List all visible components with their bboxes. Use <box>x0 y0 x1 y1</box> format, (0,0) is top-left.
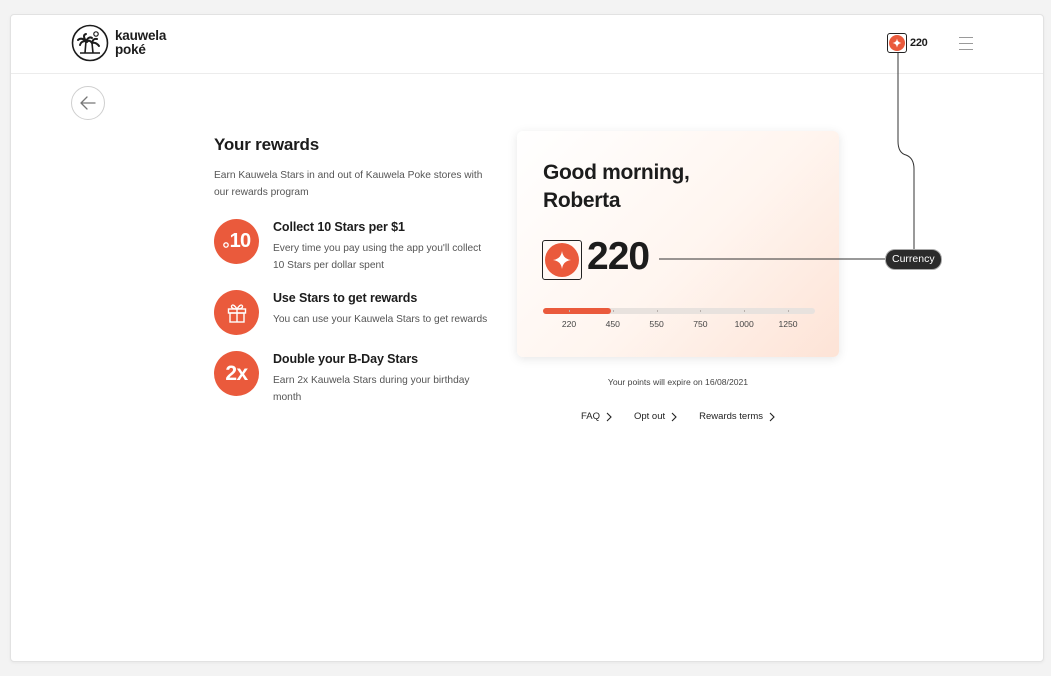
benefit-item-use-stars: Use Stars to get rewards You can use you… <box>214 290 494 335</box>
greeting-line1: Good morning, <box>543 161 690 184</box>
brand-name-line2: poké <box>115 42 146 57</box>
page-title: Your rewards <box>214 135 319 154</box>
benefit-item-collect: 10 Collect 10 Stars per $1 Every time yo… <box>214 219 494 274</box>
rewards-links: FAQ Opt out Rewards terms <box>517 411 839 422</box>
benefit-title: Double your B-Day Stars <box>273 352 418 366</box>
star-icon <box>545 243 579 277</box>
progress-tick-label: 1250 <box>778 319 798 329</box>
brand-logo[interactable]: kauwela poké <box>71 24 166 62</box>
header-points-balance[interactable]: 220 <box>887 33 928 53</box>
benefit-badge-10: 10 <box>214 219 259 264</box>
benefit-title: Use Stars to get rewards <box>273 291 418 305</box>
progress-tick <box>744 310 746 312</box>
points-progress-bar <box>543 308 815 314</box>
faq-link-label: FAQ <box>580 411 600 422</box>
progress-tick-label: 750 <box>693 319 708 329</box>
progress-tick <box>788 310 789 312</box>
star-icon <box>889 35 905 51</box>
top-header: kauwela poké 220 <box>11 15 1043 74</box>
progress-tick-labels: 220 450 550 750 1000 1250 <box>543 319 815 331</box>
points-value: 220 <box>587 235 650 278</box>
benefit-desc: Earn 2x Kauwela Stars during your birthd… <box>273 375 470 403</box>
progress-tick-label: 450 <box>605 319 620 329</box>
benefit-title: Collect 10 Stars per $1 <box>273 220 405 234</box>
rewards-intro: Earn Kauwela Stars in and out of Kauwela… <box>214 170 483 198</box>
progress-tick <box>700 310 702 312</box>
chevron-right-icon <box>606 412 612 421</box>
progress-tick-label: 1000 <box>734 319 754 329</box>
greeting-name: Roberta <box>543 189 621 212</box>
opt-out-link[interactable]: Opt out <box>634 411 677 422</box>
benefit-badge-gift <box>214 290 259 335</box>
gift-icon <box>227 303 246 323</box>
palm-tree-logo-icon <box>71 24 109 62</box>
currency-icon-frame <box>542 240 582 280</box>
benefit-badge-text: 2x <box>225 361 248 385</box>
opt-out-link-label: Opt out <box>633 411 666 422</box>
benefit-badge-2x: 2x <box>214 351 259 396</box>
chevron-right-icon <box>671 412 677 421</box>
benefit-desc: You can use your Kauwela Stars to get re… <box>273 314 488 325</box>
header-points-value: 220 <box>910 37 928 49</box>
points-expiry-text: Your points will expire on 16/08/2021 <box>607 377 749 387</box>
progress-fill <box>543 308 611 314</box>
benefit-desc: Every time you pay using the app you'll … <box>273 243 482 271</box>
chevron-right-icon <box>769 412 775 421</box>
greeting: Good morning, Roberta <box>543 159 690 215</box>
hamburger-menu-icon[interactable] <box>959 37 973 50</box>
benefit-item-birthday: 2x Double your B-Day Stars Earn 2x Kauwe… <box>214 351 494 406</box>
currency-annotation-label: Currency <box>885 249 942 270</box>
coin-icon <box>222 241 229 248</box>
progress-tick-label: 220 <box>561 319 577 329</box>
rewards-terms-link[interactable]: Rewards terms <box>699 411 775 422</box>
progress-tick <box>569 310 570 312</box>
rewards-terms-link-label: Rewards terms <box>699 411 764 422</box>
currency-icon-frame <box>887 33 907 53</box>
progress-tick <box>656 310 658 312</box>
app-window: kauwela poké 220 Your rewards Earn Kauwe… <box>10 14 1044 662</box>
progress-tick <box>612 310 614 312</box>
brand-name: kauwela poké <box>115 29 166 57</box>
brand-name-line1: kauwela <box>115 28 167 43</box>
faq-link[interactable]: FAQ <box>581 411 612 422</box>
rewards-info: Your rewards Earn Kauwela Stars in and o… <box>214 135 494 406</box>
points-card: Good morning, Roberta 220 220 450 550 750 10… <box>517 131 839 357</box>
progress-tick-label: 550 <box>649 319 664 329</box>
back-button[interactable] <box>71 86 105 120</box>
benefit-badge-text: 10 <box>229 230 251 252</box>
arrow-left-icon <box>80 96 96 110</box>
